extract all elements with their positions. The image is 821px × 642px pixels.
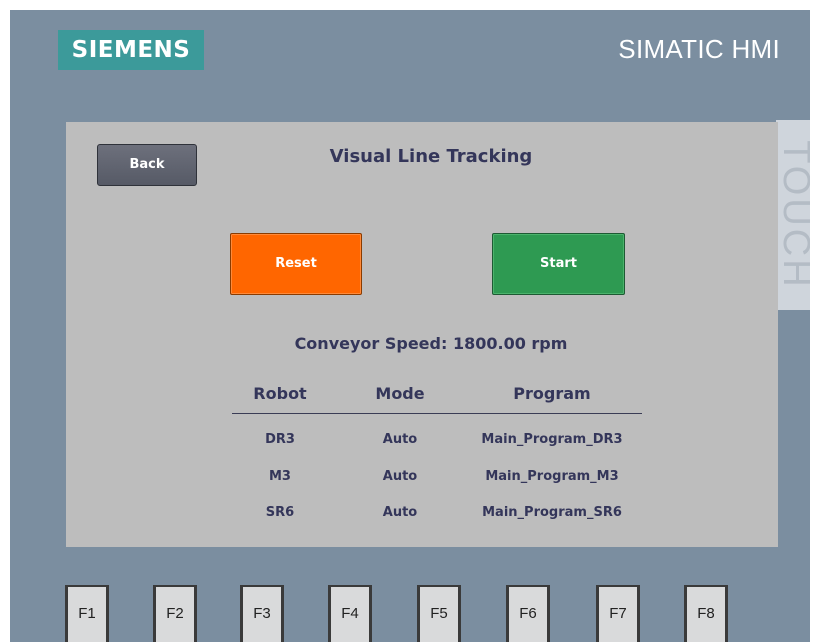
column-header-mode: Mode — [375, 384, 425, 403]
function-key-f4[interactable]: F4 — [328, 585, 372, 642]
function-key-f7[interactable]: F7 — [596, 585, 640, 642]
table-cell-robot: M3 — [269, 469, 291, 484]
table-cell-program: Main_Program_M3 — [485, 469, 619, 484]
function-key-f8[interactable]: F8 — [684, 585, 728, 642]
reset-button[interactable]: Reset — [230, 233, 362, 295]
table-cell-program: Main_Program_SR6 — [482, 505, 622, 520]
back-button[interactable]: Back — [97, 144, 197, 186]
function-key-f3[interactable]: F3 — [240, 585, 284, 642]
function-key-f1[interactable]: F1 — [65, 585, 109, 642]
touch-side-label: TOUCH — [776, 120, 810, 310]
table-cell-program: Main_Program_DR3 — [481, 432, 623, 447]
siemens-logo: SIEMENS — [58, 30, 204, 70]
product-label: SIMATIC HMI — [618, 34, 780, 64]
header-divider — [232, 413, 642, 414]
table-cell-mode: Auto — [382, 469, 418, 484]
function-key-f5[interactable]: F5 — [417, 585, 461, 642]
table-cell-robot: SR6 — [265, 505, 295, 520]
table-cell-mode: Auto — [382, 505, 418, 520]
touch-text: TOUCH — [776, 140, 810, 290]
page-title: Visual Line Tracking — [329, 146, 533, 167]
start-button[interactable]: Start — [492, 233, 625, 295]
table-cell-robot: DR3 — [265, 432, 295, 447]
function-key-f2[interactable]: F2 — [153, 585, 197, 642]
table-cell-mode: Auto — [382, 432, 418, 447]
hmi-screen: Back Visual Line Tracking Reset Start Co… — [66, 122, 778, 547]
column-header-program: Program — [513, 384, 591, 403]
conveyor-speed-readout: Conveyor Speed: 1800.00 rpm — [294, 334, 568, 353]
column-header-robot: Robot — [253, 384, 307, 403]
function-key-f6[interactable]: F6 — [506, 585, 550, 642]
